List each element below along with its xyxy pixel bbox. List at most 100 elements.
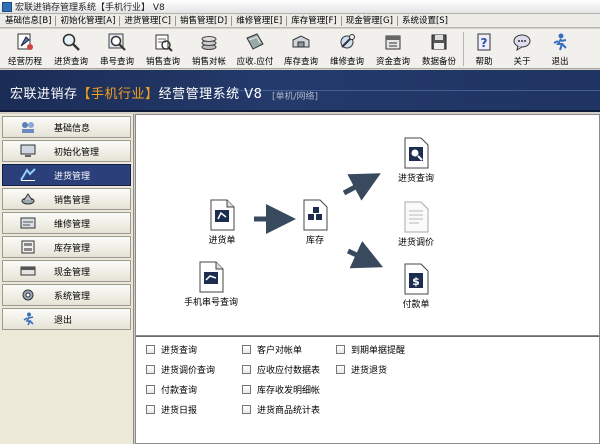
price-adjust-icon: [404, 201, 429, 233]
warehouse-icon: [17, 239, 39, 255]
checkbox-icon: [336, 345, 345, 354]
quicklink-due-reminder[interactable]: 到期单据提醒: [336, 343, 405, 356]
repair-icon: [17, 215, 39, 231]
quicklink-purchase-query[interactable]: 进货查询: [146, 343, 197, 356]
checkbox-icon: [242, 385, 251, 394]
arrow-to-payment: [346, 240, 384, 269]
menu-separator: [396, 15, 398, 26]
svg-text:$: $: [412, 275, 420, 288]
arrow-to-purchase-query: [342, 173, 381, 201]
sidebar-item-initialization[interactable]: 初始化管理: [2, 140, 131, 162]
flow-imei-query[interactable]: 手机串号查询: [184, 261, 238, 308]
payment-icon: $: [404, 263, 429, 295]
sales-icon: [17, 191, 39, 207]
history-icon: [14, 31, 36, 53]
sidebar-item-cash[interactable]: 现金管理: [2, 260, 131, 282]
sidebar-item-system[interactable]: 系统管理: [2, 284, 131, 306]
toolbar-inventory-query-button[interactable]: 库存查询: [278, 29, 324, 69]
menu-repair[interactable]: 维修管理[E]: [233, 14, 285, 28]
sidebar-item-inventory[interactable]: 库存管理: [2, 236, 131, 258]
menu-initialization[interactable]: 初始化管理[A]: [57, 14, 118, 28]
sidebar-item-repair[interactable]: 维修管理: [2, 212, 131, 234]
repair-icon: [336, 31, 358, 53]
menu-separator: [175, 15, 176, 26]
quicklink-goods-statistics[interactable]: 进货商品统计表: [242, 403, 320, 416]
quick-links-panel: 进货查询 进货调价查询 付款查询 进货日报 客户对帐单 应收应付数据表 库存收发…: [135, 336, 600, 444]
toolbar-history-button[interactable]: 经营历程: [2, 29, 48, 69]
sidebar: 基础信息 初始化管理 进货管理 销售管理 维修管理 库存管理 现金管理 系统管理…: [0, 114, 134, 444]
menu-separator: [340, 15, 342, 26]
exit-icon: [549, 31, 571, 53]
toolbar-receivable-payable-button[interactable]: 应收.应付: [232, 29, 278, 69]
flow-stock[interactable]: 库存: [301, 199, 329, 246]
banner-title: 宏联进销存【手机行业】经营管理系统 V8: [10, 87, 263, 102]
menu-separator: [231, 15, 233, 26]
window-title: 宏联进销存管理系统【手机行业】 V8: [15, 3, 165, 13]
toolbar-help-button[interactable]: ? 帮助: [465, 29, 503, 69]
app-icon: [2, 1, 12, 12]
toolbar-exit-button[interactable]: 退出: [541, 29, 579, 69]
coins-icon: [198, 31, 220, 53]
sales-icon: [152, 31, 174, 53]
checkbox-icon: [242, 365, 251, 374]
toolbar-separator: [463, 32, 464, 66]
about-icon: [511, 31, 533, 53]
toolbar: 经营历程 进货查询 串号查询 销售查询 销售对帐 应收.应付 库存查询 维修查询…: [0, 29, 600, 69]
sidebar-item-exit[interactable]: 退出: [2, 308, 131, 330]
quicklink-payment-query[interactable]: 付款查询: [146, 383, 197, 396]
flow-purchase-query[interactable]: 进货查询: [398, 137, 434, 184]
toolbar-imei-query-button[interactable]: 串号查询: [94, 29, 140, 69]
checkbox-icon: [336, 365, 345, 374]
cash-icon: [17, 263, 39, 279]
purchase-icon: [17, 167, 39, 183]
magnifier-icon: [106, 31, 128, 53]
toolbar-sales-reconcile-button[interactable]: 销售对帐: [186, 29, 232, 69]
toolbar-funds-query-button[interactable]: 资金查询: [370, 29, 416, 69]
menu-system-settings[interactable]: 系统设置[S]: [399, 14, 451, 28]
stock-icon: [303, 199, 328, 231]
quicklink-receivable-payable-table[interactable]: 应收应付数据表: [242, 363, 320, 376]
menu-basic-info[interactable]: 基础信息[B]: [2, 14, 54, 28]
quicklink-stock-detail[interactable]: 库存收发明细帐: [242, 383, 320, 396]
quicklink-customer-statement[interactable]: 客户对帐单: [242, 343, 302, 356]
svg-text:?: ?: [481, 36, 488, 50]
toolbar-data-backup-button[interactable]: 数据备份: [416, 29, 462, 69]
banner-mode: [单机/网络]: [272, 92, 319, 102]
app-banner: 宏联进销存【手机行业】经营管理系统 V8 [单机/网络]: [0, 70, 600, 112]
checkbox-icon: [242, 345, 251, 354]
checkbox-icon: [146, 385, 155, 394]
checkbox-icon: [146, 365, 155, 374]
menu-cash[interactable]: 现金管理[G]: [343, 14, 396, 28]
menu-separator: [286, 15, 288, 26]
toolbar-sales-query-button[interactable]: 销售查询: [140, 29, 186, 69]
toolbar-about-button[interactable]: 关于: [503, 29, 541, 69]
sidebar-item-basic-info[interactable]: 基础信息: [2, 116, 131, 138]
menu-separator: [55, 15, 57, 26]
checkbox-icon: [146, 405, 155, 414]
menu-inventory[interactable]: 库存管理[F]: [288, 14, 340, 28]
quicklink-price-adjust-query[interactable]: 进货调价查询: [146, 363, 215, 376]
settings-icon: [17, 287, 39, 303]
title-bar: 宏联进销存管理系统【手机行业】 V8: [0, 0, 600, 14]
help-icon: ?: [473, 31, 495, 53]
flow-price-adjust[interactable]: 进货调价: [398, 201, 434, 248]
search-icon: [60, 31, 82, 53]
basic-info-icon: [17, 119, 39, 135]
toolbar-repair-query-button[interactable]: 维修查询: [324, 29, 370, 69]
menu-purchase[interactable]: 进货管理[C]: [121, 14, 174, 28]
menu-sales[interactable]: 销售管理[D]: [177, 14, 230, 28]
flow-payment[interactable]: $ 付款单: [402, 263, 430, 310]
document-icon: [210, 199, 235, 231]
inventory-icon: [290, 31, 312, 53]
exit-icon: [17, 311, 39, 327]
quicklink-purchase-daily[interactable]: 进货日报: [146, 403, 197, 416]
document-icon: [199, 261, 224, 293]
disk-icon: [428, 31, 450, 53]
ledger-icon: [244, 31, 266, 53]
toolbar-purchase-query-button[interactable]: 进货查询: [48, 29, 94, 69]
checkbox-icon: [242, 405, 251, 414]
flow-purchase-order[interactable]: 进货单: [208, 199, 236, 246]
quicklink-purchase-return[interactable]: 进货退货: [336, 363, 387, 376]
sidebar-item-sales[interactable]: 销售管理: [2, 188, 131, 210]
sidebar-item-purchase[interactable]: 进货管理: [2, 164, 131, 186]
